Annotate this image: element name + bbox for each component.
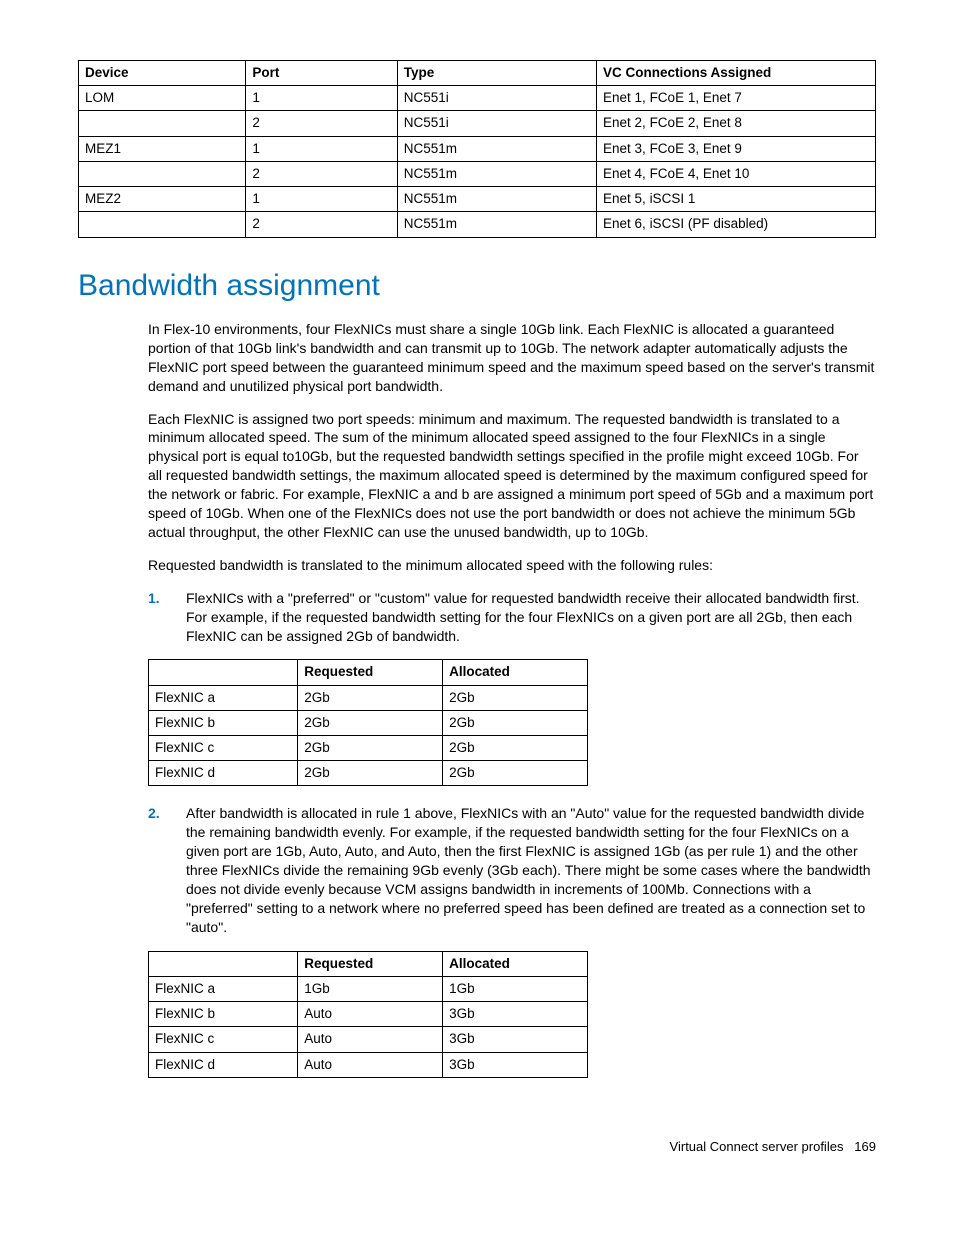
table-row: FlexNIC a1Gb1Gb [149,976,588,1001]
table-header [149,660,298,685]
list-number: 1. [148,589,186,608]
table-row: LOM1NC551iEnet 1, FCoE 1, Enet 7 [79,86,876,111]
paragraph: Each FlexNIC is assigned two port speeds… [148,410,876,542]
allocation-table-2: Requested Allocated FlexNIC a1Gb1Gb Flex… [148,951,588,1078]
table-header: Requested [298,660,443,685]
table-row: FlexNIC cAuto3Gb [149,1027,588,1052]
list-number: 2. [148,804,186,823]
list-text: After bandwidth is allocated in rule 1 a… [186,804,876,936]
table-row: 2NC551iEnet 2, FCoE 2, Enet 8 [79,111,876,136]
section-heading: Bandwidth assignment [78,266,876,307]
table-row: MEZ21NC551mEnet 5, iSCSI 1 [79,187,876,212]
page-footer: Virtual Connect server profiles 169 [78,1138,876,1156]
table-header: Device [79,61,246,86]
table-row: FlexNIC d2Gb2Gb [149,761,588,786]
allocation-table-1: Requested Allocated FlexNIC a2Gb2Gb Flex… [148,659,588,786]
table-row: 2NC551mEnet 6, iSCSI (PF disabled) [79,212,876,237]
table-row: MEZ11NC551mEnet 3, FCoE 3, Enet 9 [79,136,876,161]
table-row: FlexNIC dAuto3Gb [149,1052,588,1077]
footer-section: Virtual Connect server profiles [670,1139,844,1154]
table-header: Requested [298,951,443,976]
table-row: FlexNIC a2Gb2Gb [149,685,588,710]
list-item-1: 1. FlexNICs with a "preferred" or "custo… [148,589,876,646]
table-row: 2NC551mEnet 4, FCoE 4, Enet 10 [79,161,876,186]
table-row: FlexNIC b2Gb2Gb [149,710,588,735]
table-row: FlexNIC bAuto3Gb [149,1002,588,1027]
table-header: Type [397,61,596,86]
paragraph: Requested bandwidth is translated to the… [148,556,876,575]
table-row: FlexNIC c2Gb2Gb [149,736,588,761]
device-port-table: Device Port Type VC Connections Assigned… [78,60,876,238]
table-header [149,951,298,976]
list-text: FlexNICs with a "preferred" or "custom" … [186,589,876,646]
table-header: Allocated [443,660,588,685]
table-header: Allocated [443,951,588,976]
paragraph: In Flex-10 environments, four FlexNICs m… [148,320,876,396]
table-header: Port [246,61,397,86]
footer-page: 169 [854,1139,876,1154]
list-item-2: 2. After bandwidth is allocated in rule … [148,804,876,936]
table-header: VC Connections Assigned [597,61,876,86]
